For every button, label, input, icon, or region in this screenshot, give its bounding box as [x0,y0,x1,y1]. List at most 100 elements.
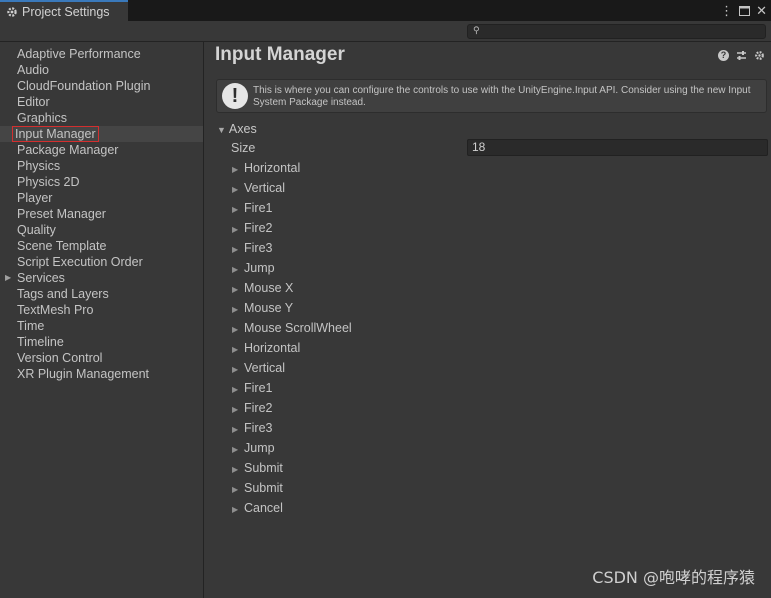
maximize-icon[interactable] [739,4,751,19]
sidebar-item-label: Audio [17,63,49,77]
collapsed-triangle-icon[interactable]: ▶ [5,270,11,286]
axis-foldout[interactable]: ▶ Jump [232,260,275,276]
sidebar-item-editor[interactable]: Editor [0,94,203,110]
sidebar-item-label: Services [17,271,65,285]
axis-label: Fire3 [244,241,273,255]
axis-label: Fire1 [244,201,273,215]
preset-icon[interactable] [736,50,747,61]
axis-label: Jump [244,261,275,275]
sidebar-item-label: Script Execution Order [17,255,143,269]
axis-foldout[interactable]: ▶ Mouse Y [232,300,293,316]
tab-project-settings[interactable]: Project Settings [0,0,128,21]
axis-label: Mouse X [244,281,294,295]
collapsed-triangle-icon: ▶ [232,345,239,354]
axis-label: Cancel [244,501,283,515]
axis-foldout[interactable]: ▶ Mouse X [232,280,293,296]
sidebar-item-package-manager[interactable]: Package Manager [0,142,203,158]
axis-foldout[interactable]: ▶ Vertical [232,360,285,376]
collapsed-triangle-icon: ▶ [232,365,239,374]
collapsed-triangle-icon: ▶ [232,445,239,454]
more-vert-icon[interactable]: ⋮ [720,3,733,19]
axis-foldout[interactable]: ▶ Vertical [232,180,285,196]
sidebar-item-services[interactable]: ▶ Services [0,270,203,286]
axis-label: Fire2 [244,401,273,415]
sidebar-item-label: Graphics [17,111,68,125]
axis-foldout[interactable]: ▶ Mouse ScrollWheel [232,320,352,336]
title-bar: Project Settings ⋮ ✕ [0,0,771,21]
sidebar-item-audio[interactable]: Audio [0,62,203,78]
sidebar-item-tags-and-layers[interactable]: Tags and Layers [0,286,203,302]
axis-foldout[interactable]: ▶ Submit [232,460,283,476]
axis-label: Horizontal [244,341,301,355]
sidebar-item-label: Input Manager [12,126,99,142]
sidebar-item-textmesh-pro[interactable]: TextMesh Pro [0,302,203,318]
main-panel: Input Manager ? ! This is where you can … [205,42,771,598]
sidebar-item-physics[interactable]: Physics [0,158,203,174]
collapsed-triangle-icon: ▶ [232,465,239,474]
sidebar-item-label: Physics [17,159,61,173]
sidebar-item-label: Tags and Layers [17,287,109,301]
size-field[interactable]: 18 [467,139,768,156]
collapsed-triangle-icon: ▶ [232,245,239,254]
sidebar-item-time[interactable]: Time [0,318,203,334]
sidebar-item-version-control[interactable]: Version Control [0,350,203,366]
collapsed-triangle-icon: ▶ [232,225,239,234]
sidebar-item-label: CloudFoundation Plugin [17,79,151,93]
page-title: Input Manager [215,44,345,65]
axis-foldout[interactable]: ▶ Fire1 [232,200,272,216]
axis-foldout[interactable]: ▶ Horizontal [232,160,300,176]
sidebar-item-label: Time [17,319,45,333]
search-input[interactable]: ⚲ [467,24,766,39]
axes-label: Axes [228,122,257,136]
sidebar-item-label: Timeline [17,335,64,349]
collapsed-triangle-icon: ▶ [232,485,239,494]
sidebar-item-timeline[interactable]: Timeline [0,334,203,350]
collapsed-triangle-icon: ▶ [232,305,239,314]
collapsed-triangle-icon: ▶ [232,325,239,334]
axis-foldout[interactable]: ▶ Horizontal [232,340,300,356]
sidebar-item-player[interactable]: Player [0,190,203,206]
axis-foldout[interactable]: ▶ Fire3 [232,240,272,256]
sidebar-item-quality[interactable]: Quality [0,222,203,238]
axis-label: Jump [244,441,275,455]
sidebar-item-scene-template[interactable]: Scene Template [0,238,203,254]
warning-icon: ! [222,83,248,109]
axis-foldout[interactable]: ▶ Fire2 [232,220,272,236]
notice-text: This is where you can configure the cont… [253,85,751,108]
axis-foldout[interactable]: ▶ Cancel [232,500,283,516]
sidebar-item-label: XR Plugin Management [17,367,150,381]
collapsed-triangle-icon: ▶ [232,405,239,414]
axis-label: Submit [244,481,283,495]
sidebar-item-xr-plugin-management[interactable]: XR Plugin Management [0,366,203,382]
axis-label: Fire1 [244,381,273,395]
axis-label: Submit [244,461,283,475]
sidebar-item-cloudfoundation-plugin[interactable]: CloudFoundation Plugin [0,78,203,94]
gear-icon [6,6,18,18]
sidebar-item-label: Preset Manager [17,207,106,221]
axis-foldout[interactable]: ▶ Fire1 [232,380,272,396]
size-label: Size [231,141,256,155]
search-icon: ⚲ [473,25,480,35]
collapsed-triangle-icon: ▶ [232,185,239,194]
axis-foldout[interactable]: ▶ Jump [232,440,275,456]
settings-icon[interactable] [754,50,765,61]
sidebar-item-label: Player [17,191,53,205]
axis-foldout[interactable]: ▶ Fire2 [232,400,272,416]
expanded-triangle-icon: ▼ [217,125,226,135]
sidebar-item-preset-manager[interactable]: Preset Manager [0,206,203,222]
axis-foldout[interactable]: ▶ Submit [232,480,283,496]
sidebar-item-label: Package Manager [17,143,119,157]
collapsed-triangle-icon: ▶ [232,425,239,434]
info-notice: ! This is where you can configure the co… [216,79,767,113]
axes-foldout[interactable]: ▼ Axes [217,121,257,137]
close-icon[interactable]: ✕ [756,3,767,19]
help-icon[interactable]: ? [718,50,729,61]
sidebar-item-adaptive-performance[interactable]: Adaptive Performance [0,46,203,62]
sidebar-item-input-manager[interactable]: Input Manager [0,126,203,142]
sidebar-item-physics-2d[interactable]: Physics 2D [0,174,203,190]
axis-label: Vertical [244,361,285,375]
axis-foldout[interactable]: ▶ Fire3 [232,420,272,436]
sidebar-item-script-execution-order[interactable]: Script Execution Order [0,254,203,270]
sidebar-item-graphics[interactable]: Graphics [0,110,203,126]
sidebar-item-label: TextMesh Pro [17,303,94,317]
